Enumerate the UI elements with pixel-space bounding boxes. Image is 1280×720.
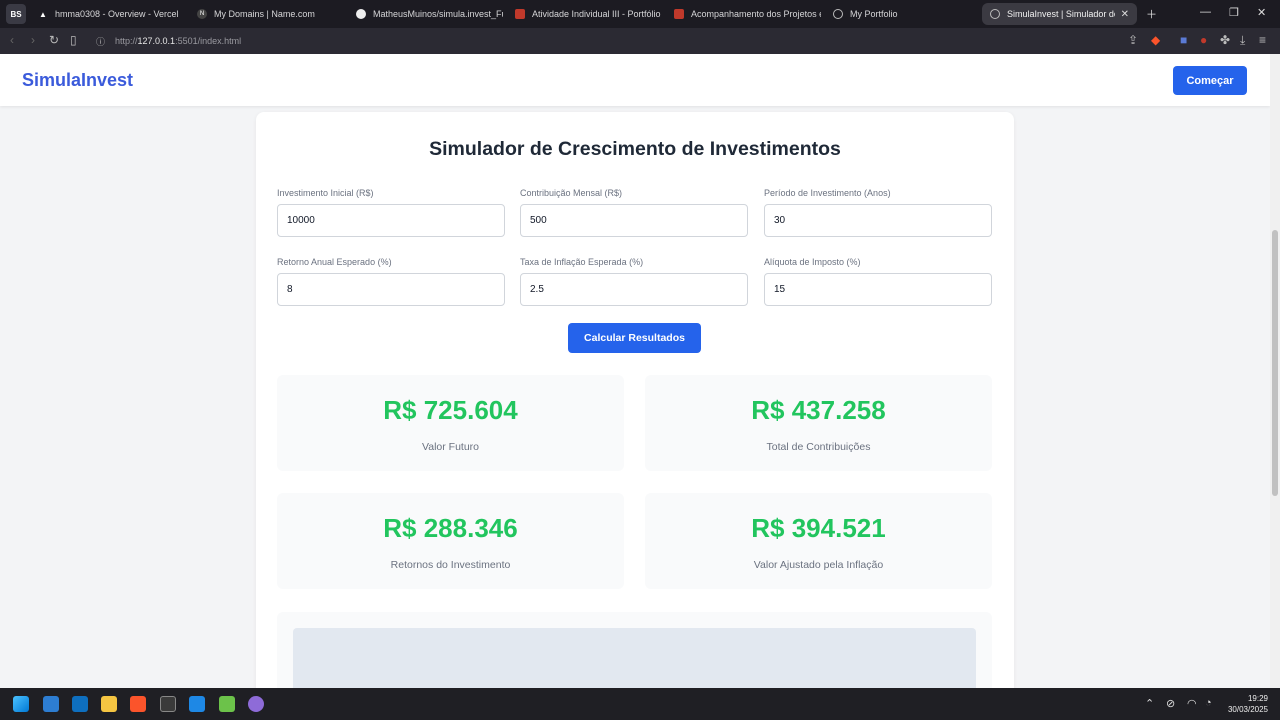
chart-container [277, 612, 992, 688]
result-card-total-contributions: R$ 437.258 Total de Contribuições [645, 375, 992, 471]
result-value: R$ 394.521 [751, 513, 886, 543]
share-icon[interactable]: ⇪ [1128, 33, 1138, 47]
file-explorer-icon[interactable] [101, 696, 117, 712]
download-icon[interactable]: ⤓ [1240, 33, 1245, 48]
system-clock[interactable]: 19:29 30/03/2025 [1224, 693, 1268, 715]
url-text: http://127.0.0.1:5501/index.html [115, 36, 242, 46]
tab-my-portfolio[interactable]: My Portfolio [825, 3, 980, 25]
field-label: Contribuição Mensal (R$) [520, 188, 623, 198]
field-label: Alíquota de Imposto (%) [764, 257, 861, 267]
result-card-future-value: R$ 725.604 Valor Futuro [277, 375, 624, 471]
profile-badge[interactable]: BS [6, 4, 26, 24]
app-icon[interactable] [248, 696, 264, 712]
widgets-icon[interactable] [43, 696, 59, 712]
close-tab-icon[interactable]: ✕ [1121, 9, 1129, 20]
annual-return-field: Retorno Anual Esperado (%) 8 [277, 257, 505, 306]
result-card-inflation-adjusted: R$ 394.521 Valor Ajustado pela Inflação [645, 493, 992, 589]
tab-simulainvest[interactable]: SimulaInvest | Simulador de Inv ✕ [982, 3, 1137, 25]
field-label: Taxa de Inflação Esperada (%) [520, 257, 644, 267]
annual-return-input[interactable]: 8 [277, 273, 505, 306]
site-logo[interactable]: SimulaInvest [22, 70, 133, 91]
reload-icon[interactable]: ↻ [49, 33, 59, 47]
site-icon [674, 9, 684, 19]
vscode-icon[interactable] [189, 696, 205, 712]
initial-investment-input[interactable]: 10000 [277, 204, 505, 237]
page-viewport: SimulaInvest Começar Simulador de Cresci… [0, 54, 1270, 688]
result-value: R$ 288.346 [383, 513, 518, 543]
brave-browser-icon[interactable] [130, 696, 146, 712]
tab-name-com[interactable]: N My Domains | Name.com [189, 3, 344, 25]
browser-tab-bar: BS ▲ hmma0308 - Overview - Vercel N My D… [0, 0, 1280, 28]
close-window-icon[interactable]: ✕ [1257, 6, 1266, 19]
tab-vercel[interactable]: ▲ hmma0308 - Overview - Vercel [30, 3, 185, 25]
chart-placeholder [293, 628, 976, 688]
result-label: Valor Ajustado pela Inflação [753, 559, 884, 571]
result-label: Total de Contribuições [766, 441, 871, 453]
bookmark-icon[interactable]: ▯ [70, 33, 77, 47]
tax-rate-field: Alíquota de Imposto (%) 15 [764, 257, 992, 306]
calculate-button[interactable]: Calcular Resultados [568, 323, 701, 353]
tab-portfolio-activity[interactable]: Atividade Individual III - Portfólio Pe [507, 3, 662, 25]
site-info-icon[interactable]: ⓘ [96, 35, 105, 48]
result-label: Retornos do Investimento [390, 559, 511, 571]
wifi-icon[interactable]: ◠ [1187, 697, 1197, 710]
scrollbar-thumb[interactable] [1272, 230, 1278, 496]
result-label: Valor Futuro [422, 441, 479, 453]
github-icon [356, 9, 366, 19]
menu-icon[interactable]: ≡ [1259, 33, 1266, 47]
result-value: R$ 437.258 [751, 395, 886, 425]
git-icon[interactable] [219, 696, 235, 712]
network-icon[interactable]: ⊘ [1166, 697, 1175, 710]
monthly-contribution-input[interactable]: 500 [520, 204, 748, 237]
field-label: Retorno Anual Esperado (%) [277, 257, 392, 267]
extension-icon[interactable]: ■ [1180, 33, 1187, 47]
new-tab-icon[interactable]: ＋ [1146, 6, 1157, 22]
tab-project-tracking[interactable]: Acompanhamento dos Projetos em [666, 3, 821, 25]
result-card-investment-returns: R$ 288.346 Retornos do Investimento [277, 493, 624, 589]
investment-period-field: Período de Investimento (Anos) 30 [764, 188, 992, 237]
windows-start-icon[interactable] [13, 696, 29, 712]
simulator-card: Simulador de Crescimento de Investimento… [256, 112, 1014, 688]
namecom-icon: N [197, 9, 207, 19]
result-value: R$ 725.604 [383, 395, 518, 425]
restore-icon[interactable]: ❐ [1229, 6, 1239, 19]
tax-rate-input[interactable]: 15 [764, 273, 992, 306]
investment-period-input[interactable]: 30 [764, 204, 992, 237]
globe-icon [990, 9, 1000, 19]
inflation-rate-field: Taxa de Inflação Esperada (%) 2.5 [520, 257, 748, 306]
os-taskbar: ⌃ ⊘ ◠ ◔ 19:29 30/03/2025 [0, 688, 1280, 720]
globe-icon [833, 9, 843, 19]
back-icon[interactable]: ‹ [10, 33, 14, 47]
tab-github[interactable]: MatheusMuinos/simula.invest_FullS [348, 3, 503, 25]
forward-icon[interactable]: › [31, 33, 35, 47]
initial-investment-field: Investimento Inicial (R$) 10000 [277, 188, 505, 237]
vercel-icon: ▲ [39, 9, 47, 19]
brave-shield-icon[interactable]: ◆ [1151, 33, 1160, 47]
volume-icon[interactable]: ◔ [1205, 697, 1212, 709]
field-label: Investimento Inicial (R$) [277, 188, 374, 198]
browser-toolbar: ‹ › ↻ ▯ ⓘ http://127.0.0.1:5501/index.ht… [0, 28, 1280, 54]
page-title: Simulador de Crescimento de Investimento… [429, 138, 841, 160]
chevron-up-icon[interactable]: ⌃ [1145, 697, 1154, 710]
monthly-contribution-field: Contribuição Mensal (R$) 500 [520, 188, 748, 237]
extensions-puzzle-icon[interactable]: ✤ [1220, 33, 1230, 47]
minimize-icon[interactable]: — [1200, 6, 1211, 18]
site-navbar: SimulaInvest Começar [0, 54, 1270, 106]
site-icon [515, 9, 525, 19]
start-button[interactable]: Começar [1173, 66, 1247, 95]
address-bar[interactable]: ⓘ http://127.0.0.1:5501/index.html [90, 31, 1140, 51]
terminal-icon[interactable] [160, 696, 176, 712]
page-scrollbar[interactable] [1270, 54, 1280, 688]
field-label: Período de Investimento (Anos) [764, 188, 891, 198]
store-icon[interactable] [72, 696, 88, 712]
extension-icon[interactable]: ● [1200, 33, 1207, 47]
inflation-rate-input[interactable]: 2.5 [520, 273, 748, 306]
